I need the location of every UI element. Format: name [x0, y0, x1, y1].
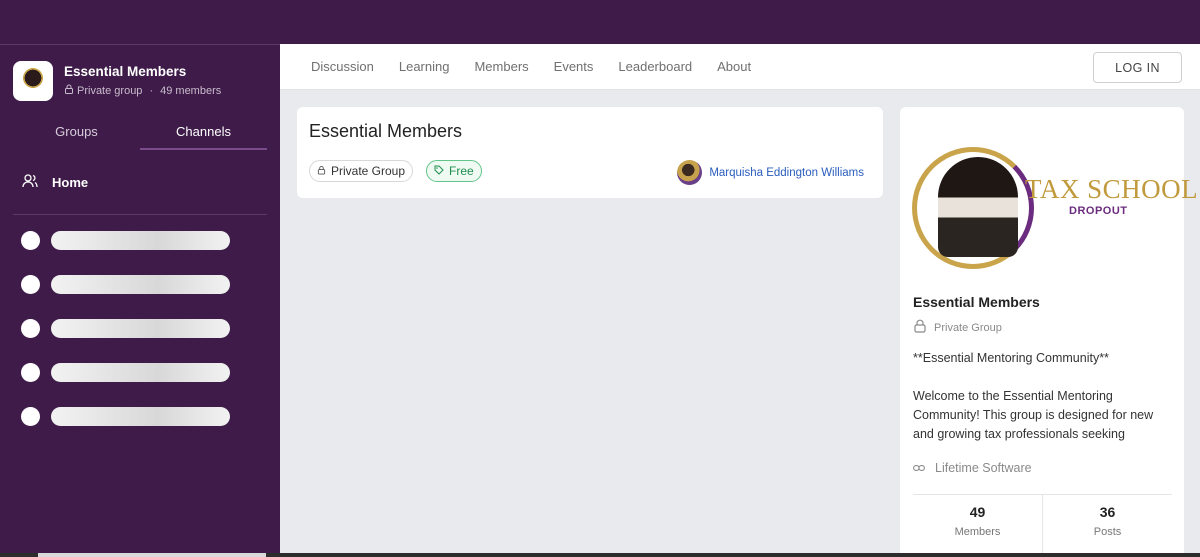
group-logo: [13, 60, 53, 101]
stat-label: Posts: [1093, 526, 1122, 538]
about-card: TAX SCHOOL DROPOUT Essential Members Pri…: [900, 107, 1198, 557]
stat-value: 36: [1099, 504, 1116, 520]
privacy-badge: Private Group: [309, 160, 414, 182]
page-title: Essential Members: [309, 121, 463, 141]
lock-icon: [317, 164, 326, 178]
banner-title: TAX SCHOOL: [1025, 174, 1199, 204]
group-title: Essential Members: [64, 64, 187, 79]
sidebar: Essential Members Private group · 49 mem…: [0, 44, 280, 557]
about-privacy: Private Group: [913, 319, 1002, 336]
nav-members[interactable]: Members: [474, 59, 528, 74]
nav-discussion[interactable]: Discussion: [311, 59, 374, 74]
login-button[interactable]: LOG IN: [1093, 52, 1182, 83]
avatar: [677, 160, 703, 185]
nav-leaderboard[interactable]: Leaderboard: [618, 59, 692, 74]
privacy-badge-label: Private Group: [331, 164, 406, 178]
group-banner: TAX SCHOOL DROPOUT: [912, 147, 1198, 272]
channel-placeholder: [0, 218, 280, 262]
description-body: Welcome to the Essential Mentoring Commu…: [913, 389, 1154, 441]
channel-placeholder: [0, 394, 280, 438]
price-badge: Free: [426, 160, 482, 182]
sidebar-tabs: Groups Channels: [13, 115, 267, 150]
sidebar-item-home[interactable]: Home: [0, 150, 280, 214]
sidebar-item-label: Home: [52, 174, 89, 190]
about-title: Essential Members: [913, 294, 1040, 310]
users-icon: [22, 173, 38, 191]
group-privacy: Private group: [77, 84, 143, 97]
group-meta: Essential Members Private group · 49 mem…: [64, 64, 221, 97]
banner-subtitle: DROPOUT: [1069, 205, 1128, 217]
group-stats: 49 Members 36 Posts: [913, 494, 1172, 553]
group-description: **Essential Mentoring Community** Welcom…: [913, 349, 1173, 444]
stat-label: Members: [954, 526, 1001, 538]
external-link[interactable]: Lifetime Software: [913, 461, 1032, 475]
group-header[interactable]: Essential Members Private group · 49 mem…: [0, 45, 280, 103]
lock-icon: [64, 84, 74, 97]
description-heading: **Essential Mentoring Community**: [913, 351, 1109, 365]
nav-about[interactable]: About: [717, 59, 751, 74]
top-bar: [0, 0, 1200, 44]
group-member-count: 49 members: [160, 84, 222, 97]
owner-link[interactable]: Marquisha Eddington Williams: [677, 160, 864, 185]
channel-placeholder: [0, 350, 280, 394]
about-privacy-label: Private Group: [934, 321, 1002, 334]
owner-name: Marquisha Eddington Williams: [709, 166, 864, 179]
link-icon: [913, 461, 925, 475]
channel-placeholder: [0, 262, 280, 306]
taskbar-strip: [0, 553, 1200, 557]
tab-groups[interactable]: Groups: [13, 115, 140, 150]
lock-icon: [913, 319, 927, 336]
stat-members: 49 Members: [913, 495, 1042, 553]
separator: ·: [149, 84, 154, 97]
tag-icon: [434, 164, 444, 178]
tab-channels[interactable]: Channels: [140, 115, 267, 150]
external-link-label: Lifetime Software: [935, 461, 1032, 475]
divider: [13, 214, 267, 215]
channel-placeholder: [0, 306, 280, 350]
group-subtitle: Private group · 49 members: [64, 84, 221, 97]
stat-value: 49: [969, 504, 986, 520]
nav-events[interactable]: Events: [554, 59, 594, 74]
stat-posts: 36 Posts: [1042, 495, 1172, 553]
group-card: Essential Members Private Group Free Mar…: [297, 107, 883, 198]
price-badge-label: Free: [449, 164, 474, 178]
top-nav: Discussion Learning Members Events Leade…: [280, 44, 1200, 90]
nav-learning[interactable]: Learning: [399, 59, 450, 74]
